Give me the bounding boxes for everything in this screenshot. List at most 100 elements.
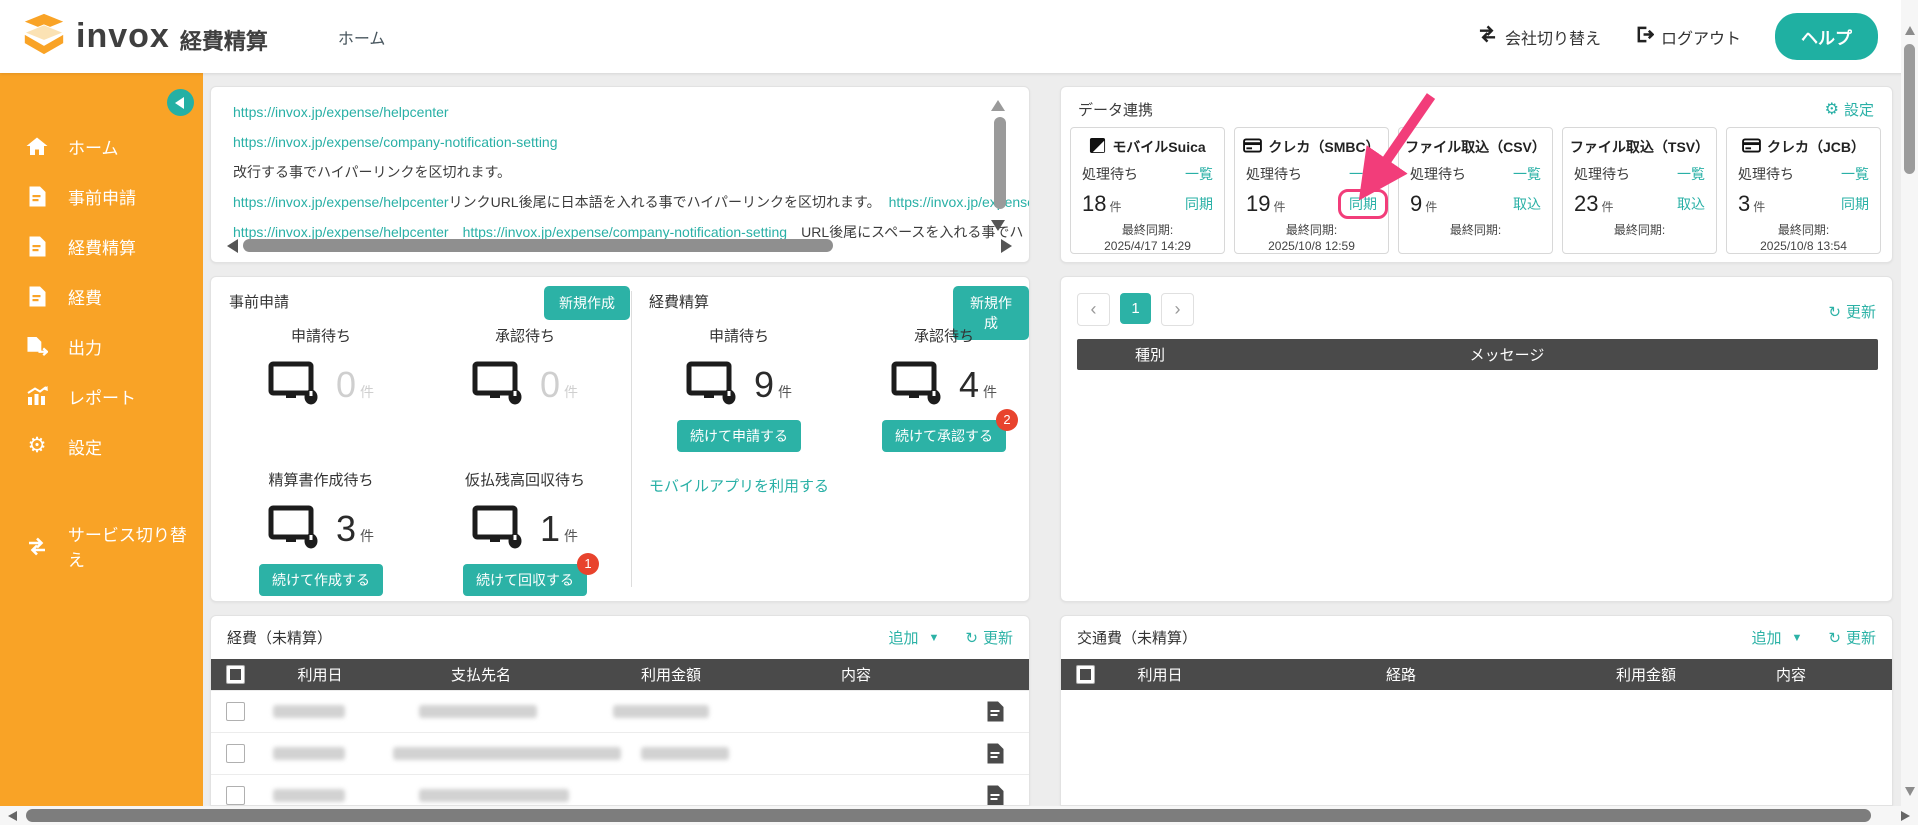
report-icon bbox=[25, 386, 49, 406]
import-link[interactable]: 取込 bbox=[1677, 194, 1705, 214]
switch-arrows-icon bbox=[1477, 25, 1498, 48]
scroll-right-arrow-icon[interactable] bbox=[1901, 811, 1910, 821]
notice-link[interactable]: https://invox.jp/expense/helpcenter bbox=[233, 224, 449, 240]
notice-link[interactable]: https://invox.jp/expense/helpcenter bbox=[233, 104, 449, 120]
expense-unsettled-title: 経費（未精算） bbox=[227, 627, 332, 648]
pagination: ‹ 1 › bbox=[1077, 293, 1194, 326]
sidebar-item-service-switch[interactable]: サービス切り替え bbox=[0, 521, 203, 571]
export-icon bbox=[25, 336, 49, 357]
help-button[interactable]: ヘルプ bbox=[1775, 13, 1878, 60]
brand-logo[interactable]: invox 経費精算 bbox=[22, 13, 268, 60]
document-icon bbox=[25, 186, 49, 207]
sidebar-item-expense-report[interactable]: 経費精算 bbox=[0, 221, 203, 271]
vertical-scrollbar-thumb[interactable] bbox=[994, 117, 1006, 209]
row-checkbox[interactable] bbox=[226, 786, 245, 805]
continue-apply-button[interactable]: 続けて申請する bbox=[677, 420, 801, 452]
column-type: 種別 bbox=[1077, 344, 1317, 365]
expense-add-button[interactable]: 追加 ▼ bbox=[889, 627, 940, 648]
monitor-mouse-icon bbox=[268, 505, 320, 554]
scroll-down-arrow-icon[interactable] bbox=[991, 220, 1005, 231]
import-link[interactable]: 取込 bbox=[1513, 194, 1541, 214]
advance-request-title: 事前申請 bbox=[229, 291, 289, 312]
blurred-cell bbox=[273, 747, 345, 760]
sidebar-item-home[interactable]: ホーム bbox=[0, 121, 203, 171]
page-vertical-scrollbar[interactable] bbox=[1901, 0, 1918, 806]
vertical-scrollbar-thumb[interactable] bbox=[1904, 44, 1915, 174]
datalink-card-mobile-suica: モバイルSuica 処理待ち一覧 18件同期 最終同期:2025/4/17 14… bbox=[1070, 127, 1225, 254]
current-page-button[interactable]: 1 bbox=[1120, 293, 1151, 324]
list-link[interactable]: 一覧 bbox=[1349, 164, 1377, 184]
sync-link[interactable]: 同期 bbox=[1185, 194, 1213, 214]
expense-refresh-button[interactable]: ↻ 更新 bbox=[965, 627, 1013, 648]
receipt-document-icon[interactable] bbox=[987, 701, 1004, 727]
notification-badge: 2 bbox=[996, 409, 1018, 431]
sync-link[interactable]: 同期 bbox=[1349, 196, 1377, 212]
notice-link[interactable]: https://invox.jp/expense/helpcenter bbox=[233, 194, 449, 210]
refresh-icon: ↻ bbox=[1828, 629, 1841, 647]
mobile-app-link[interactable]: モバイルアプリを利用する bbox=[649, 475, 829, 496]
datalink-card-creditcard-jcb: クレカ（JCB） 処理待ち一覧 3件同期 最終同期:2025/10/8 13:5… bbox=[1726, 127, 1881, 254]
continue-create-button[interactable]: 続けて作成する bbox=[259, 564, 383, 596]
transport-table-header: 利用日 経路 利用金額 内容 bbox=[1061, 659, 1892, 690]
chevron-down-icon: ▼ bbox=[929, 632, 940, 644]
scroll-down-arrow-icon[interactable] bbox=[1905, 787, 1915, 796]
notice-panel: https://invox.jp/expense/helpcenter http… bbox=[210, 86, 1030, 263]
select-all-checkbox[interactable] bbox=[1076, 665, 1095, 684]
scroll-up-arrow-icon[interactable] bbox=[991, 100, 1005, 111]
horizontal-scrollbar-thumb[interactable] bbox=[243, 239, 833, 252]
continue-collect-button[interactable]: 続けて回収する1 bbox=[463, 564, 587, 596]
receipt-document-icon[interactable] bbox=[987, 743, 1004, 769]
stat-advance-report-create: 精算書作成待ち 3件 続けて作成する bbox=[221, 469, 421, 596]
notification-badge: 1 bbox=[577, 553, 599, 575]
column-usage-date: 利用日 bbox=[1109, 664, 1211, 685]
notice-link[interactable]: https://invox.jp/expense/company-notific… bbox=[233, 134, 558, 150]
scroll-left-arrow-icon[interactable] bbox=[8, 811, 17, 821]
notice-link[interactable]: https://invox.jp/expense bbox=[889, 194, 1030, 210]
list-link[interactable]: 一覧 bbox=[1677, 164, 1705, 184]
transport-refresh-button[interactable]: ↻ 更新 bbox=[1828, 627, 1876, 648]
sidebar-collapse-button[interactable] bbox=[167, 89, 194, 116]
list-link[interactable]: 一覧 bbox=[1841, 164, 1869, 184]
nav-home[interactable]: ホーム bbox=[338, 25, 386, 49]
scroll-left-arrow-icon[interactable] bbox=[227, 239, 238, 253]
select-all-checkbox[interactable] bbox=[226, 665, 245, 684]
advance-new-button[interactable]: 新規作成 bbox=[544, 286, 630, 320]
sidebar-item-settings[interactable]: ⚙ 設定 bbox=[0, 421, 203, 471]
scroll-right-arrow-icon[interactable] bbox=[1001, 239, 1012, 253]
credit-card-icon bbox=[1243, 138, 1262, 156]
list-link[interactable]: 一覧 bbox=[1185, 164, 1213, 184]
notice-link[interactable]: https://invox.jp/expense/company-notific… bbox=[463, 224, 788, 240]
sidebar-item-report[interactable]: レポート bbox=[0, 371, 203, 421]
row-checkbox[interactable] bbox=[226, 702, 245, 721]
sidebar-item-expense[interactable]: 経費 bbox=[0, 271, 203, 321]
monitor-mouse-icon bbox=[891, 361, 943, 410]
horizontal-scrollbar-thumb[interactable] bbox=[26, 809, 1871, 822]
table-row bbox=[211, 774, 1029, 806]
transport-unsettled-title: 交通費（未精算） bbox=[1077, 627, 1197, 648]
refresh-icon: ↻ bbox=[1828, 303, 1841, 321]
stat-expense-pending: 申請待ち 9件 続けて申請する bbox=[639, 325, 839, 452]
sidebar: ホーム 事前申請 経費精算 経費 出力 bbox=[0, 73, 203, 825]
row-checkbox[interactable] bbox=[226, 744, 245, 763]
transport-add-button[interactable]: 追加 ▼ bbox=[1752, 627, 1803, 648]
scroll-up-arrow-icon[interactable] bbox=[1905, 26, 1915, 35]
receipt-document-icon[interactable] bbox=[987, 785, 1004, 806]
sync-link[interactable]: 同期 bbox=[1841, 194, 1869, 214]
data-link-settings-button[interactable]: ⚙ 設定 bbox=[1825, 99, 1874, 120]
credit-card-icon bbox=[1742, 138, 1761, 156]
messages-refresh-button[interactable]: ↻ 更新 bbox=[1828, 301, 1876, 322]
expense-table-header: 利用日 支払先名 利用金額 内容 bbox=[211, 659, 1029, 690]
prev-page-button[interactable]: ‹ bbox=[1077, 293, 1110, 326]
continue-approve-button[interactable]: 続けて承認する2 bbox=[882, 420, 1006, 452]
switch-arrows-icon bbox=[25, 537, 49, 556]
table-row bbox=[211, 732, 1029, 774]
notice-body: https://invox.jp/expense/helpcenter http… bbox=[211, 87, 1029, 247]
logout-button[interactable]: ログアウト bbox=[1635, 25, 1741, 49]
list-link[interactable]: 一覧 bbox=[1513, 164, 1541, 184]
company-switch-button[interactable]: 会社切り替え bbox=[1477, 25, 1601, 49]
blurred-cell bbox=[419, 705, 537, 718]
sidebar-item-output[interactable]: 出力 bbox=[0, 321, 203, 371]
sidebar-item-advance-request[interactable]: 事前申請 bbox=[0, 171, 203, 221]
page-horizontal-scrollbar[interactable] bbox=[0, 806, 1918, 825]
next-page-button[interactable]: › bbox=[1161, 293, 1194, 326]
